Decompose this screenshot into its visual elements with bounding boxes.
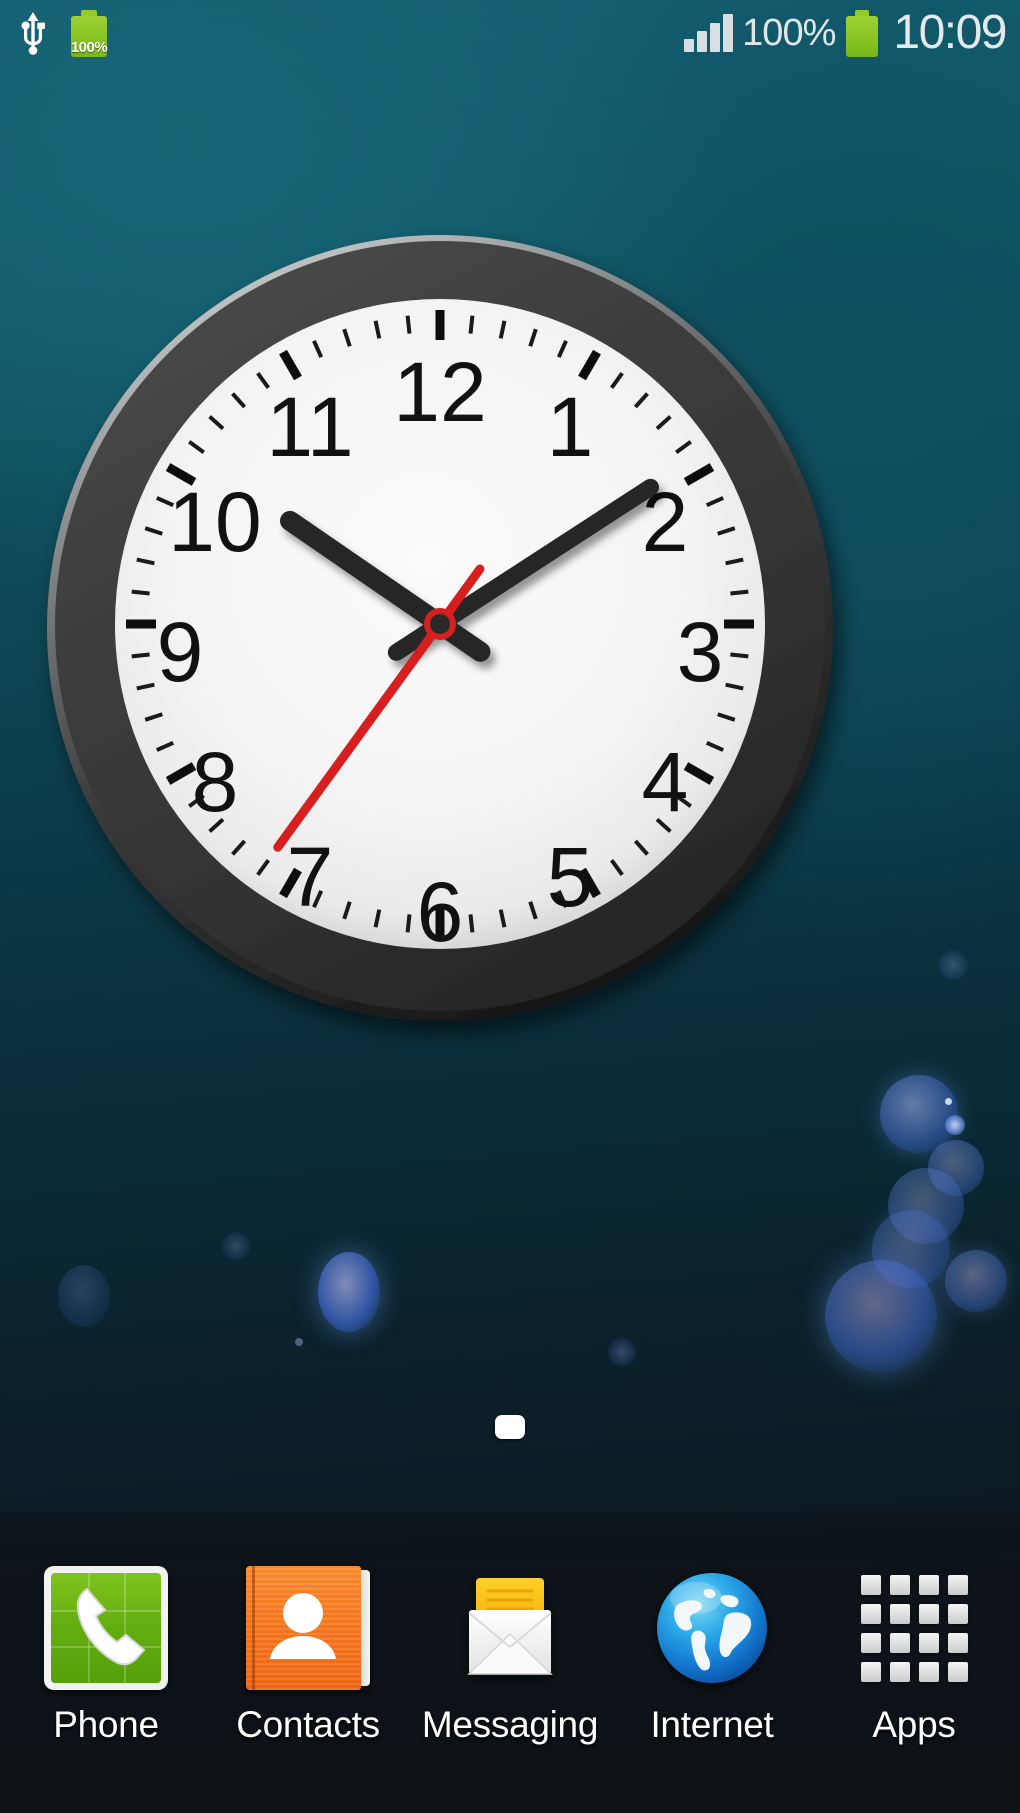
clock-numeral-3: 3 [677,605,724,699]
bokeh-circle [888,1168,964,1244]
home-screen: 100% 100% 10:09 12 1 2 3 4 5 6 7 8 9 10 … [0,0,1020,1813]
signal-bars-icon [684,14,734,52]
bokeh-circle [872,1210,950,1288]
bokeh-circle [825,1260,937,1372]
dock-item-apps[interactable]: Apps [816,1566,1012,1746]
clock-numeral-6: 6 [417,865,464,959]
clock-numeral-5: 5 [547,830,594,924]
clock-numeral-12: 12 [393,345,486,439]
bokeh-circle [945,1115,965,1135]
bokeh-circle [945,1250,1007,1312]
status-bar-right: 100% 10:09 [684,6,1007,59]
battery-percent-text: 100% [742,11,836,54]
bokeh-circle [945,1098,952,1105]
page-dot-active[interactable] [495,1415,525,1439]
dock-label-messaging: Messaging [421,1704,599,1745]
bokeh-circle [928,1140,984,1196]
bokeh-circle [880,1075,958,1153]
clock-numeral-9: 9 [157,605,204,699]
status-bar-clock: 10:09 [893,6,1007,59]
clock-numeral-7: 7 [287,830,334,924]
battery-charging-icon: 100% [68,9,110,57]
clock-numeral-8: 8 [192,735,239,829]
clock-numeral-10: 10 [168,475,261,569]
contacts-icon[interactable] [246,1566,370,1690]
usb-icon [21,12,45,55]
analog-clock-widget[interactable]: 12 1 2 3 4 5 6 7 8 9 10 11 [8,228,888,1048]
status-bar[interactable]: 100% 100% 10:09 [0,0,1020,66]
clock-numeral-4: 4 [642,735,689,829]
bokeh-circle [222,1232,250,1260]
bokeh-circle [318,1252,380,1332]
bokeh-circle [295,1338,303,1346]
dock-item-internet[interactable]: Internet [614,1566,810,1746]
clock-numeral-11: 11 [266,380,353,474]
battery-charging-percent: 100% [70,39,108,56]
bokeh-circle [58,1265,110,1327]
analog-clock-svg: 12 1 2 3 4 5 6 7 8 9 10 11 [47,235,833,1021]
bokeh-circle [608,1338,636,1366]
dock-label-internet: Internet [650,1704,774,1745]
dock-item-phone[interactable]: Phone [8,1566,204,1746]
phone-icon[interactable] [44,1566,168,1690]
dock-label-contacts: Contacts [236,1704,380,1745]
page-indicator[interactable] [0,1415,1020,1439]
messaging-icon[interactable] [448,1566,572,1690]
battery-icon [844,9,880,57]
apps-grid-icon[interactable] [852,1566,976,1690]
status-bar-left: 100% [16,9,110,57]
dock-label-apps: Apps [872,1704,956,1745]
bokeh-circle [938,950,968,980]
dock-item-contacts[interactable]: Contacts [210,1566,406,1746]
internet-icon[interactable] [650,1566,774,1690]
dock: Phone Contacts Messaging Internet Apps [0,1513,1020,1813]
clock-center-hub [424,608,456,640]
dock-label-phone: Phone [53,1704,159,1745]
clock-numeral-1: 1 [547,380,594,474]
dock-item-messaging[interactable]: Messaging [412,1566,608,1746]
